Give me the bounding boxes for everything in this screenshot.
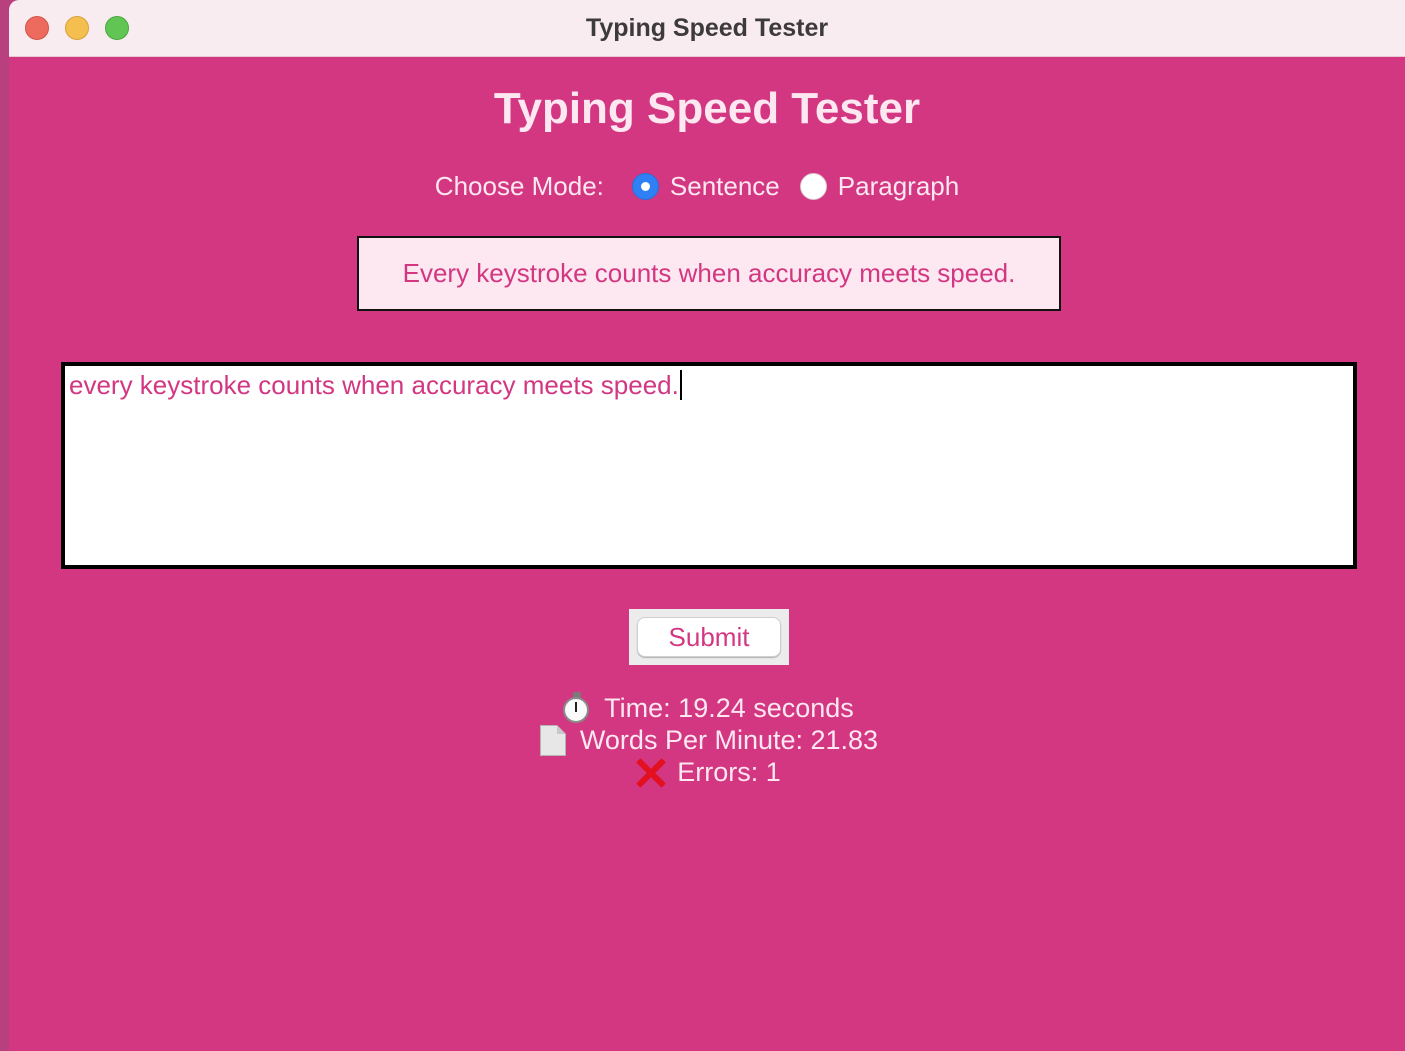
mode-selector: Choose Mode: Sentence Paragraph <box>9 168 1405 204</box>
result-wpm: Words Per Minute: 21.83 <box>9 724 1405 756</box>
document-icon <box>536 724 570 756</box>
time-text: Time: 19.24 seconds <box>604 693 854 723</box>
mode-option-paragraph[interactable]: Paragraph <box>799 170 960 202</box>
sentence-radio-label: Sentence <box>669 170 780 201</box>
mode-label: Choose Mode: <box>434 170 604 201</box>
results-panel: Time: 19.24 seconds Words Per Minute: 21… <box>9 692 1405 788</box>
window-title: Typing Speed Tester <box>585 14 829 42</box>
typed-text: every keystroke counts when accuracy mee… <box>69 370 679 400</box>
result-time: Time: 19.24 seconds <box>9 692 1405 724</box>
errors-text: Errors: 1 <box>677 757 781 787</box>
result-errors: Errors: 1 <box>9 756 1405 788</box>
submit-button[interactable]: Submit <box>637 617 781 657</box>
stopwatch-icon <box>560 692 594 724</box>
paragraph-radio[interactable] <box>799 172 827 200</box>
prompt-text-box: Every keystroke counts when accuracy mee… <box>357 236 1061 311</box>
app-heading: Typing Speed Tester <box>493 84 921 133</box>
cross-mark-icon <box>633 756 667 788</box>
typing-input-area[interactable]: every keystroke counts when accuracy mee… <box>61 362 1357 569</box>
wpm-text: Words Per Minute: 21.83 <box>579 725 879 755</box>
app-window: Typing Speed Tester Typing Speed Tester … <box>9 0 1405 1051</box>
paragraph-radio-label: Paragraph <box>837 170 960 201</box>
submit-button-container: Submit <box>629 609 789 665</box>
text-caret <box>679 370 682 400</box>
mode-option-sentence[interactable]: Sentence <box>631 170 780 202</box>
sentence-radio[interactable] <box>631 172 659 200</box>
title-bar: Typing Speed Tester <box>9 0 1405 57</box>
prompt-text: Every keystroke counts when accuracy mee… <box>402 258 1016 288</box>
